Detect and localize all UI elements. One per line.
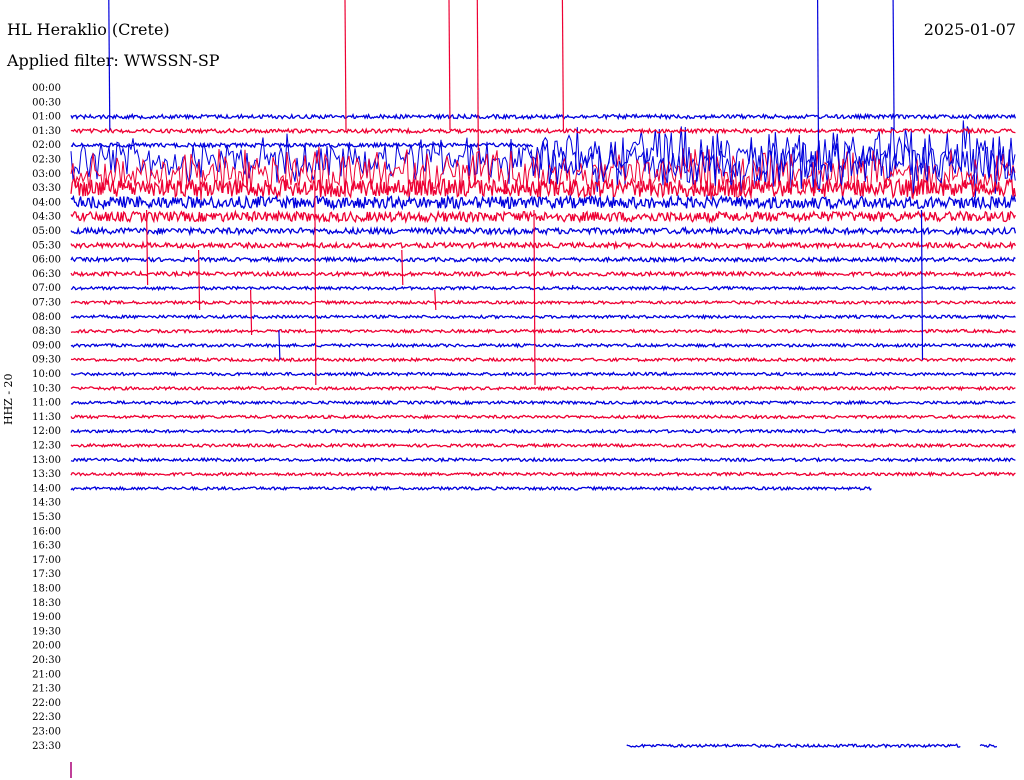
y-tick-label: 17:30 (32, 569, 61, 580)
trace-0630 (70, 269, 1016, 278)
trace-0700 (70, 285, 1016, 292)
trace-1200 (70, 428, 1017, 435)
seismic-traces (70, 0, 1017, 749)
spike (448, 0, 451, 131)
y-tick-label: 16:30 (32, 541, 61, 552)
trace-1030 (70, 385, 1016, 392)
y-tick-label: 08:30 (32, 326, 61, 337)
trace-0130 (70, 126, 1016, 135)
y-tick-label: 19:30 (32, 626, 61, 637)
y-tick-label: 02:30 (32, 155, 61, 166)
y-tick-label: 23:30 (32, 741, 61, 752)
trace-1400 (70, 485, 872, 492)
helicorder-plot: 00:00 00:30 01:00 01:30 02:00 02:30 03:00 03:30… (32, 0, 1017, 778)
y-tick-label: 04:30 (32, 212, 61, 223)
spike (108, 0, 111, 131)
trace-0530 (70, 240, 1016, 251)
y-tick-label: 20:00 (32, 641, 61, 652)
trace-0500 (70, 225, 1017, 237)
y-tick-label: 22:30 (32, 712, 61, 723)
y-tick-label: 04:00 (32, 197, 61, 208)
y-tick-label: 06:00 (32, 255, 61, 266)
trace-1100 (70, 399, 1016, 406)
y-tick-label: 00:00 (32, 83, 61, 94)
y-tick-label: 14:30 (32, 498, 61, 509)
y-tick-label: 11:00 (32, 398, 61, 409)
y-tick-label: 08:00 (32, 312, 61, 323)
y-tick-label: 20:30 (32, 655, 61, 666)
y-tick-label: 00:30 (32, 97, 61, 108)
spike (146, 209, 149, 286)
spike (816, 0, 820, 171)
trace-0430 (70, 209, 1016, 225)
spike (892, 0, 895, 131)
y-tick-label: 13:00 (32, 455, 61, 466)
y-tick-label: 13:30 (32, 469, 61, 480)
y-tick-label: 09:00 (32, 340, 61, 351)
trace-0400 (70, 193, 1017, 211)
y-tick-label: 01:00 (32, 112, 61, 123)
y-tick-label: 06:30 (32, 269, 61, 280)
y-tick-label: 21:00 (32, 669, 61, 680)
y-tick-label: 11:30 (32, 412, 61, 423)
trace-2330b (979, 743, 998, 748)
spike (476, 0, 479, 151)
y-tick-label: 03:00 (32, 169, 61, 180)
spike (278, 329, 281, 361)
trace-0800 (70, 313, 1016, 320)
trace-1130 (70, 413, 1016, 420)
y-tick-label: 07:30 (32, 298, 61, 309)
trace-1000 (70, 371, 1016, 377)
y-tick-label: 16:00 (32, 526, 61, 537)
spike (434, 289, 437, 311)
y-tick-label: 22:00 (32, 698, 61, 709)
y-tick-label: 10:30 (32, 383, 61, 394)
y-tick-label: 03:30 (32, 183, 61, 194)
y-tick-label: 10:00 (32, 369, 61, 380)
trace-1330 (70, 471, 1016, 478)
trace-0330 (70, 177, 1017, 200)
trace-1230 (70, 442, 1016, 449)
y-tick-label: 14:00 (32, 483, 61, 494)
y-tick-label: 12:30 (32, 441, 61, 452)
y-tick-label: 15:30 (32, 512, 61, 523)
y-tick-label: 09:30 (32, 355, 61, 366)
trace-0600 (70, 255, 1016, 264)
trace-0200 (70, 141, 534, 150)
y-tick-label: 21:30 (32, 684, 61, 695)
y-tick-label: 07:00 (32, 283, 61, 294)
spike (533, 209, 536, 386)
trace-1300 (70, 456, 1016, 463)
y-tick-label: 23:00 (32, 727, 61, 738)
y-tick-label: 02:00 (32, 140, 61, 151)
y-tick-label: 17:00 (32, 555, 61, 566)
y-tick-label: 05:00 (32, 226, 61, 237)
y-tick-label: 01:30 (32, 126, 61, 137)
spike (561, 0, 565, 131)
trace-0830 (70, 328, 1016, 335)
spike (920, 209, 924, 361)
spike (571, 284, 574, 291)
trace-0730 (70, 299, 1016, 306)
spike (314, 169, 317, 386)
time-tick-labels: 00:00 00:30 01:00 01:30 02:00 02:30 03:00 03:30… (32, 83, 61, 752)
y-tick-label: 18:30 (32, 598, 61, 609)
y-tick-label: 05:30 (32, 240, 61, 251)
spike (344, 0, 347, 131)
y-tick-label: 19:00 (32, 612, 61, 623)
spike (401, 249, 404, 286)
trace-0100 (70, 112, 1017, 121)
trace-2330 (626, 743, 961, 749)
y-tick-label: 12:00 (32, 426, 61, 437)
trace-0900 (70, 342, 1016, 349)
spike (250, 289, 253, 336)
y-tick-label: 18:00 (32, 584, 61, 595)
trace-0930 (70, 356, 1016, 363)
